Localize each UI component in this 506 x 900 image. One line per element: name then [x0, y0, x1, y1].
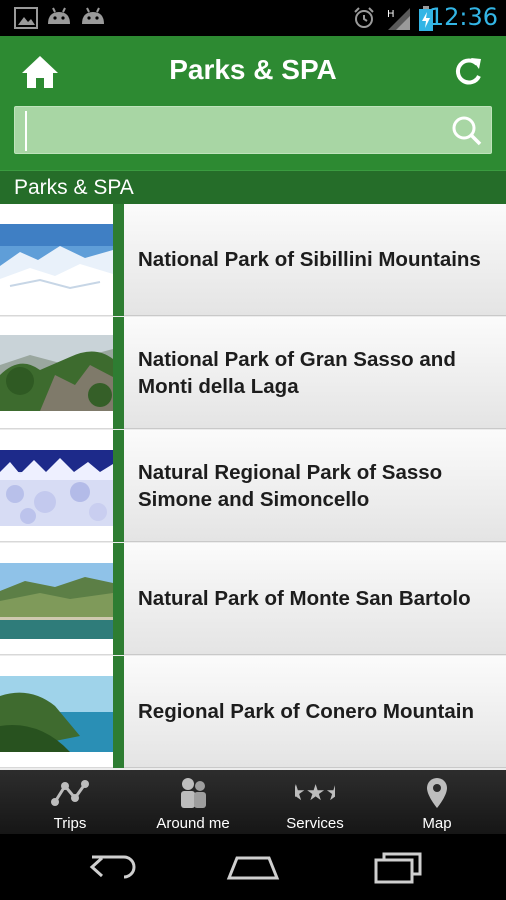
status-bar: H 12:36	[0, 0, 506, 36]
back-button[interactable]	[84, 846, 144, 888]
list-item-label: Natural Regional Park of Sasso Simone an…	[138, 460, 443, 511]
alarm-icon	[354, 7, 374, 28]
list-item[interactable]: National Park of Sibillini Mountains	[0, 204, 506, 316]
back-icon	[89, 855, 136, 879]
park-thumbnail	[0, 335, 113, 411]
divider	[0, 315, 113, 316]
divider	[0, 654, 113, 655]
tab-label: Services	[286, 815, 344, 832]
tab-map[interactable]: Map	[374, 770, 500, 834]
tab-trips[interactable]: Trips	[7, 770, 133, 834]
map-pin-icon	[427, 778, 447, 808]
divider	[0, 767, 113, 768]
tab-services[interactable]: ★★★ Services	[252, 770, 378, 834]
list-item[interactable]: Regional Park of Conero Mountain	[0, 656, 506, 768]
parks-list[interactable]: National Park of Sibillini Mountains Nat…	[0, 204, 506, 770]
row-accent-bar	[113, 317, 124, 429]
divider	[0, 428, 113, 429]
svg-text:H: H	[387, 9, 395, 20]
list-item-body[interactable]: National Park of Sibillini Mountains	[124, 204, 506, 316]
android-icon	[48, 7, 70, 24]
system-nav-bar	[0, 834, 506, 900]
list-item[interactable]: Natural Park of Monte San Bartolo	[0, 543, 506, 655]
park-thumbnail	[0, 563, 113, 639]
thumbnail-frame	[0, 656, 113, 768]
people-icon	[181, 778, 206, 808]
signal-icon: H	[387, 8, 410, 30]
divider	[0, 541, 113, 542]
thumbnail-frame	[0, 430, 113, 542]
list-item-body[interactable]: National Park of Gran Sasso and Monti de…	[124, 317, 506, 429]
list-item-label: Natural Park of Monte San Bartolo	[138, 587, 471, 610]
status-time: 12:36	[428, 3, 498, 31]
row-accent-bar	[113, 204, 124, 316]
recents-button[interactable]	[368, 846, 428, 888]
thumbnail-frame	[0, 317, 113, 429]
stars-icon: ★★★	[295, 781, 335, 806]
bottom-tab-bar: Trips Around me ★★★ Services Map	[0, 770, 506, 834]
thumbnail-frame	[0, 204, 113, 316]
list-item-label: National Park of Sibillini Mountains	[138, 248, 481, 271]
list-item-label: Regional Park of Conero Mountain	[138, 700, 474, 723]
refresh-icon	[455, 58, 481, 85]
tab-around-me[interactable]: Around me	[130, 770, 256, 834]
list-item[interactable]: National Park of Gran Sasso and Monti de…	[0, 317, 506, 429]
home-nav-button[interactable]	[223, 846, 283, 888]
tab-label: Map	[422, 815, 452, 832]
park-thumbnail	[0, 224, 113, 300]
app-header: Parks & SPA	[0, 36, 506, 170]
list-item-body[interactable]: Regional Park of Conero Mountain	[124, 656, 506, 768]
list-item[interactable]: Natural Regional Park of Sasso Simone an…	[0, 430, 506, 542]
search-input[interactable]	[25, 111, 451, 151]
android-icon	[82, 7, 104, 24]
section-header: Parks & SPA	[0, 170, 506, 205]
page-title: Parks & SPA	[169, 54, 337, 85]
row-accent-bar	[113, 430, 124, 542]
search-button[interactable]	[451, 115, 483, 147]
trips-route-icon	[51, 780, 89, 806]
park-thumbnail	[0, 450, 113, 526]
home-icon	[226, 856, 280, 880]
tab-label: Trips	[53, 815, 87, 832]
park-thumbnail	[0, 676, 113, 752]
section-title: Parks & SPA	[14, 176, 134, 199]
list-item-body[interactable]: Natural Park of Monte San Bartolo	[124, 543, 506, 655]
svg-text:★★★: ★★★	[295, 781, 335, 806]
thumbnail-frame	[0, 543, 113, 655]
list-item-label: National Park of Gran Sasso and Monti de…	[138, 347, 456, 398]
list-item-body[interactable]: Natural Regional Park of Sasso Simone an…	[124, 430, 506, 542]
refresh-button[interactable]	[450, 54, 486, 90]
row-accent-bar	[113, 656, 124, 768]
gallery-icon	[14, 7, 38, 29]
recents-icon	[374, 852, 422, 884]
tab-label: Around me	[156, 815, 230, 832]
search-box	[14, 106, 492, 154]
search-icon	[452, 116, 482, 146]
row-accent-bar	[113, 543, 124, 655]
